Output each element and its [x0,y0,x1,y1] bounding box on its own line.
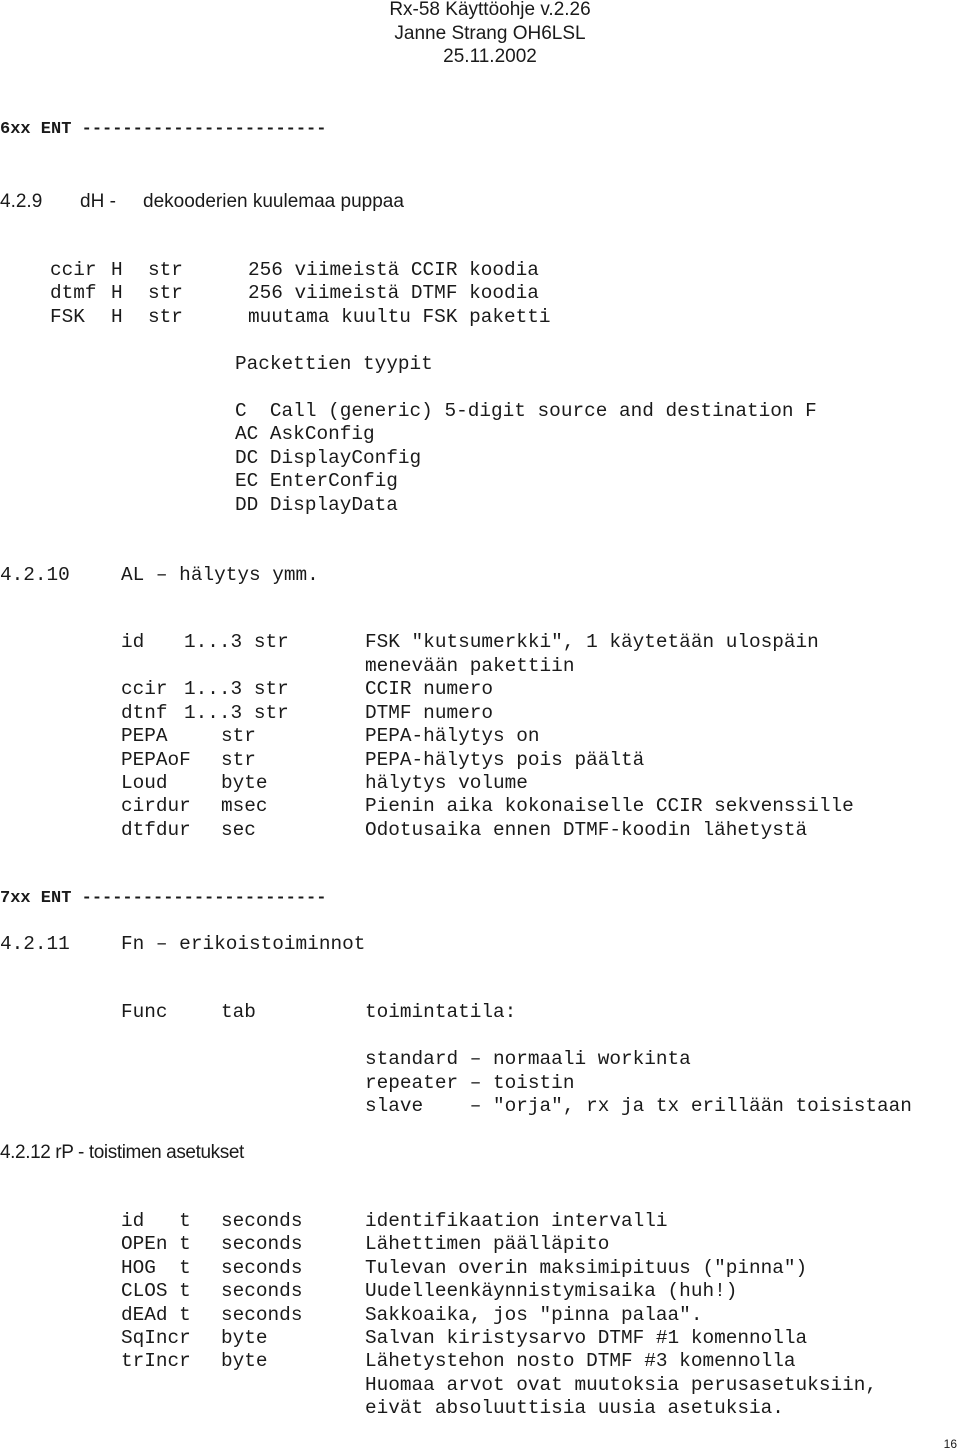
param-name: PEPAoF [121,749,191,771]
param-desc: Uudelleenkäynnistymisaika (huh!) [365,1280,738,1302]
param-name: dtnf [121,702,168,724]
page-number: 16 [943,1437,957,1451]
param-type: seconds [221,1257,303,1279]
param-name: FSK [50,306,85,328]
param-type: 1...3 str [184,702,289,724]
param-name: OPEn t [121,1233,191,1255]
section-number-4-2-9: 4.2.9 [0,191,43,212]
section-title-4-2-11: Fn – erikoistoiminnot [121,933,366,955]
param-note: eivät absoluuttisia uusia asetuksia. [365,1397,784,1419]
section-divider-7xx: 7xx ENT ------------------------ [0,889,327,908]
param-type: sec [221,819,256,841]
param-flag: H [111,306,123,328]
func-type: tab [221,1001,256,1023]
param-type: str [148,282,183,304]
param-desc: identifikaation intervalli [365,1210,668,1232]
section-number-4-2-11: 4.2.11 [0,933,70,955]
packet-type-item: DD DisplayData [235,494,398,516]
param-note: Huomaa arvot ovat muutoksia perusasetuks… [365,1374,877,1396]
param-type: seconds [221,1210,303,1232]
param-type: msec [221,795,268,817]
section-code-dh: dH - [80,191,116,212]
packet-type-item: DC DisplayConfig [235,447,422,469]
param-desc: Odotusaika ennen DTMF-koodin lähetystä [365,819,808,841]
param-name: cirdur [121,795,191,817]
param-desc: FSK "kutsumerkki", 1 käytetään ulospäin [365,631,819,653]
param-desc: CCIR numero [365,678,493,700]
param-desc: DTMF numero [365,702,493,724]
param-flag: H [111,259,123,281]
header-author: Janne Strang OH6LSL [394,22,586,44]
param-name: ccir [50,259,97,281]
section-number-4-2-10: 4.2.10 [0,564,70,586]
param-name: Loud [121,772,168,794]
section-title-4-2-9: dekooderien kuulemaa puppaa [143,191,404,212]
table-row: FSK [50,306,85,330]
param-desc: Sakkoaika, jos "pinna palaa". [365,1304,703,1326]
document-header: Rx-58 Käyttöohje v.2.26 Janne Strang OH6… [340,0,640,69]
packet-type-item: EC EnterConfig [235,470,398,492]
param-desc: 256 viimeistä CCIR koodia [248,259,539,281]
table-row: dtmf [50,282,97,306]
packet-types-heading: Packettien tyypit [235,353,433,375]
param-type: byte [221,1350,268,1372]
packet-type-item: C Call (generic) 5-digit source and dest… [235,400,817,422]
header-title: Rx-58 Käyttöohje v.2.26 [389,0,591,20]
param-name: dtfdur [121,819,191,841]
param-desc: PEPA-hälytys on [365,725,540,747]
param-desc: 256 viimeistä DTMF koodia [248,282,539,304]
table-row: ccir [50,259,97,283]
param-type: byte [221,772,268,794]
section-heading-4-2-12: 4.2.12 rP - toistimen asetukset [0,1142,244,1163]
param-desc: muutama kuultu FSK paketti [248,306,551,328]
param-name: ccir [121,678,168,700]
param-desc: hälytys volume [365,772,528,794]
param-name: id [121,631,145,653]
param-type: 1...3 str [184,631,289,653]
param-type: str [221,725,256,747]
mode-item: standard – normaali workinta [365,1048,691,1070]
param-desc: Lähettimen päälläpito [365,1233,610,1255]
param-desc: Pienin aika kokonaiselle CCIR sekvenssil… [365,795,854,817]
param-name: CLOS t [121,1280,191,1302]
func-name: Func [121,1001,168,1023]
section-divider-6xx: 6xx ENT ------------------------ [0,120,327,139]
param-type: str [148,259,183,281]
param-type: str [221,749,256,771]
header-date: 25.11.2002 [443,46,537,67]
param-name: trIncr [121,1350,191,1372]
param-type: seconds [221,1233,303,1255]
func-mode-label: toimintatila: [365,1001,517,1023]
param-desc: menevään pakettiin [365,655,575,677]
param-name: HOG t [121,1257,191,1279]
param-type: seconds [221,1304,303,1326]
param-desc: PEPA-hälytys pois päältä [365,749,645,771]
section-title-4-2-10: AL – hälytys ymm. [121,564,319,586]
param-type: byte [221,1327,268,1349]
mode-item: repeater – toistin [365,1072,575,1094]
param-flag: H [111,282,123,304]
param-name: dEAd t [121,1304,191,1326]
param-desc: Tulevan overin maksimipituus ("pinna") [365,1257,808,1279]
packet-type-item: AC AskConfig [235,423,375,445]
param-name: dtmf [50,282,97,304]
param-name: PEPA [121,725,168,747]
param-desc: Salvan kiristysarvo DTMF #1 komennolla [365,1327,808,1349]
param-desc: Lähetystehon nosto DTMF #3 komennolla [365,1350,796,1372]
param-type: seconds [221,1280,303,1302]
param-name: SqIncr [121,1327,191,1349]
param-name: id t [121,1210,191,1232]
mode-item: slave – "orja", rx ja tx erillään toisis… [365,1095,912,1117]
param-type: 1...3 str [184,678,289,700]
param-type: str [148,306,183,328]
